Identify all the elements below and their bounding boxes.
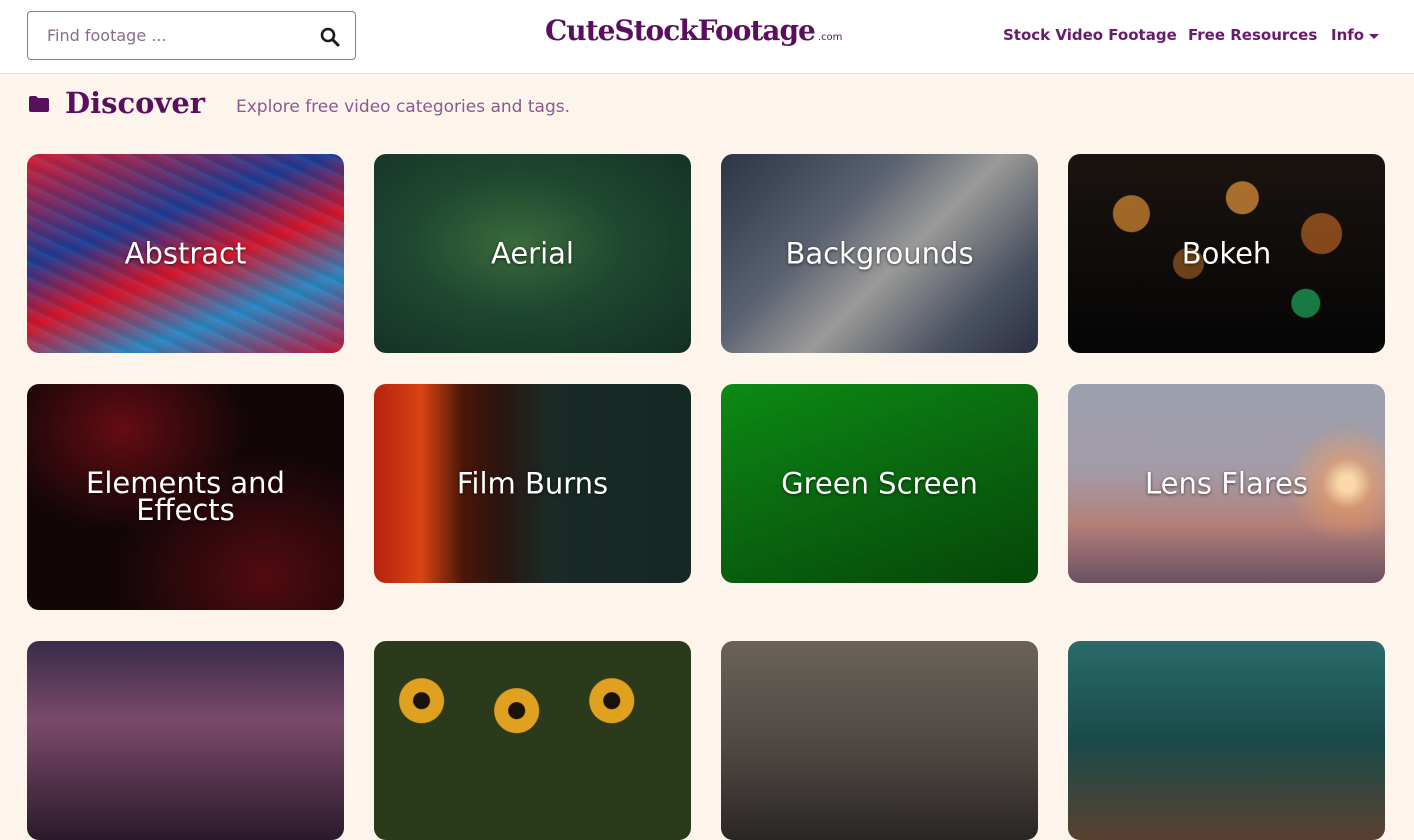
category-tile-bokeh[interactable]: Bokeh [1068, 154, 1385, 353]
site-header: Find footage ... CuteStockFootage .com St… [0, 0, 1414, 74]
nav-stock-video-footage[interactable]: Stock Video Footage [1003, 26, 1177, 44]
nav-free-resources[interactable]: Free Resources [1188, 26, 1317, 44]
category-tile-film-burns[interactable]: Film Burns [374, 384, 691, 583]
category-label: Film Burns [456, 466, 609, 500]
category-label: Green Screen [781, 466, 978, 500]
search-input[interactable]: Find footage ... [47, 26, 167, 45]
category-tile-elements-and-effects[interactable]: Elements and Effects [27, 384, 344, 610]
category-label: Elements and Effects [86, 466, 285, 527]
category-tile-green-screen[interactable]: Green Screen [721, 384, 1038, 583]
category-tile-lens-flares[interactable]: Lens Flares [1068, 384, 1385, 583]
category-label: Lens Flares [1145, 466, 1308, 500]
category-tile-row3-3[interactable] [721, 641, 1038, 840]
search-icon[interactable] [319, 26, 341, 48]
category-tile-row3-1[interactable] [27, 641, 344, 840]
category-label: Aerial [491, 236, 574, 270]
site-logo[interactable]: CuteStockFootage .com [545, 14, 842, 47]
chevron-down-icon[interactable] [1369, 34, 1379, 39]
category-tile-row3-2[interactable] [374, 641, 691, 840]
page-title: Discover [65, 86, 206, 120]
category-tile-aerial[interactable]: Aerial [374, 154, 691, 353]
category-label: Bokeh [1181, 236, 1272, 270]
category-tile-backgrounds[interactable]: Backgrounds [721, 154, 1038, 353]
logo-text: CuteStockFootage [545, 14, 816, 47]
logo-suffix: .com [817, 32, 843, 43]
folder-icon [29, 96, 49, 112]
category-label: Abstract [124, 236, 247, 270]
category-tile-row3-4[interactable] [1068, 641, 1385, 840]
page-subtitle: Explore free video categories and tags. [236, 97, 570, 117]
nav-info[interactable]: Info [1331, 26, 1364, 44]
category-tile-abstract[interactable]: Abstract [27, 154, 344, 353]
category-label: Backgrounds [785, 236, 974, 270]
search-box[interactable]: Find footage ... [27, 11, 356, 60]
